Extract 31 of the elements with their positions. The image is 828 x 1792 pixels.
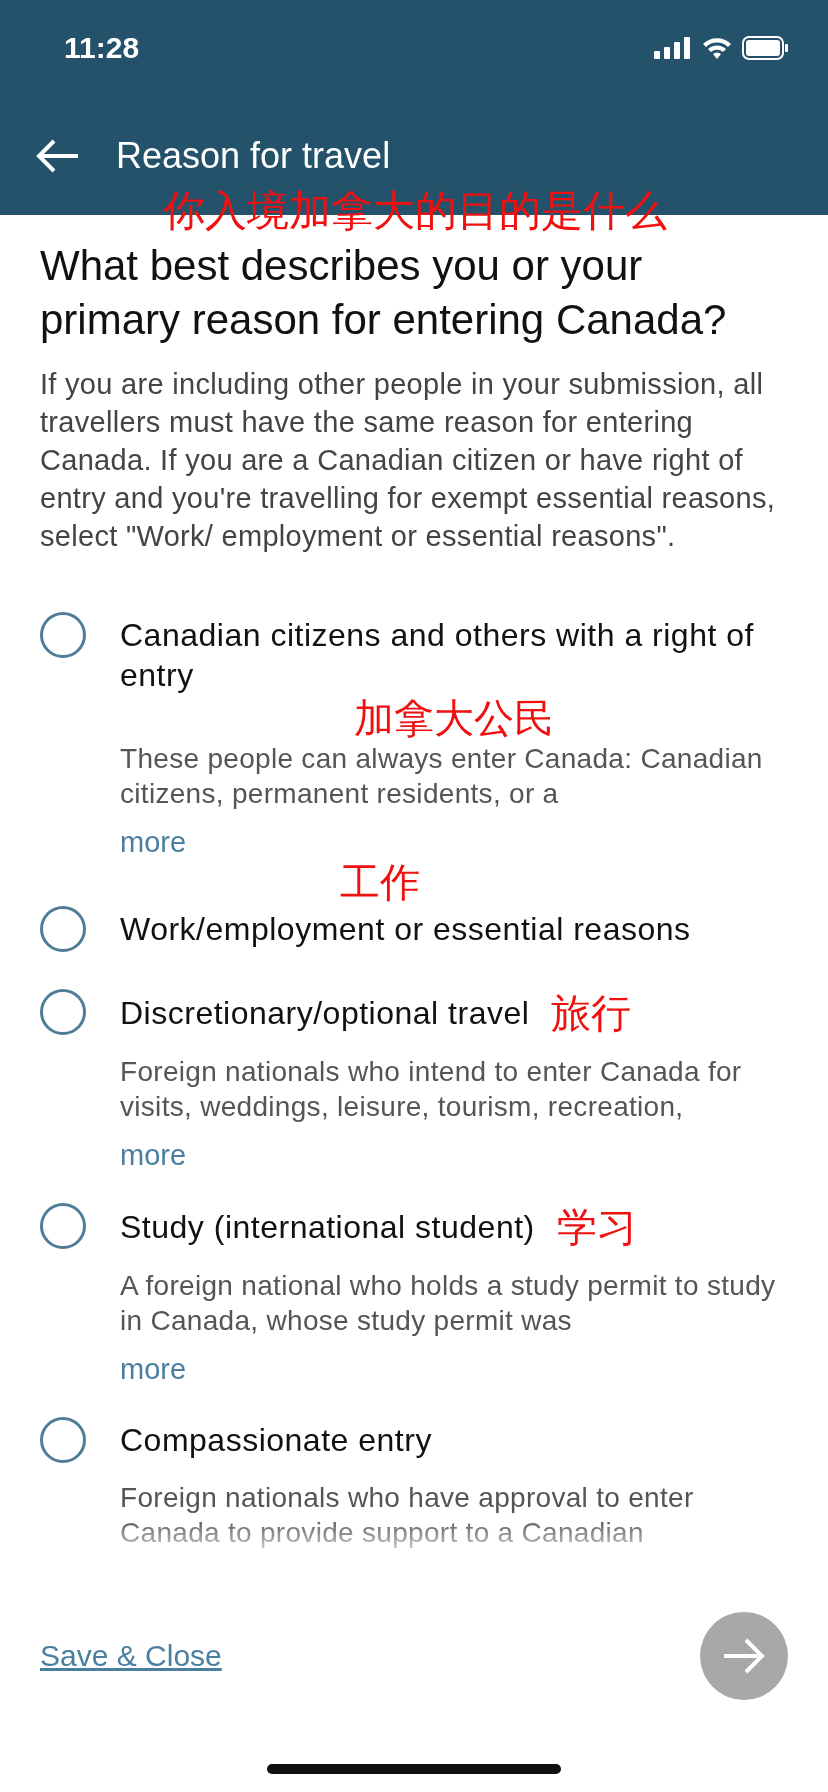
radio-button[interactable] bbox=[40, 1203, 86, 1249]
status-time: 11:28 bbox=[64, 31, 140, 66]
screen-title: Reason for travel bbox=[116, 134, 391, 177]
wifi-icon bbox=[702, 37, 732, 60]
annotation-text: 工作 bbox=[340, 861, 420, 903]
annotation-text: 学习 bbox=[556, 1206, 637, 1248]
more-link[interactable]: more bbox=[120, 1138, 187, 1172]
save-close-link[interactable]: Save & Close bbox=[40, 1639, 222, 1673]
option-description: Foreign nationals who have approval to enter Canada to provide support to a Canadian bbox=[120, 1481, 695, 1550]
signal-icon bbox=[654, 37, 692, 60]
option-label: Compassionate entry bbox=[120, 1421, 432, 1460]
arrow-right-icon bbox=[722, 1638, 766, 1674]
annotation-text: 加拿大公民 bbox=[354, 697, 554, 739]
more-link[interactable]: more bbox=[120, 825, 187, 859]
option-label: Canadian citizens and others with a right of entry bbox=[120, 616, 755, 695]
radio-button[interactable] bbox=[40, 989, 86, 1035]
option-label: Study (international student) bbox=[120, 1208, 535, 1247]
radio-button[interactable] bbox=[40, 1417, 86, 1463]
radio-button[interactable] bbox=[40, 906, 86, 952]
more-link[interactable]: more bbox=[120, 1352, 187, 1386]
option-description: A foreign national who holds a study permit to study in Canada, whose study permit was bbox=[120, 1269, 777, 1338]
annotation-text: 旅行 bbox=[551, 992, 632, 1034]
battery-icon bbox=[742, 36, 790, 61]
radio-button[interactable] bbox=[40, 612, 86, 658]
option-description: These people can always enter Canada: Canadian citizens, permanent residents, or a bbox=[120, 742, 764, 811]
question-heading: What best describes you or your primary reason for entering Canada? bbox=[40, 241, 728, 345]
option-description: Foreign nationals who intend to enter Canada for visits, weddings, leisure, tourism, recreation, bbox=[120, 1055, 743, 1124]
option-label: Discretionary/optional travel bbox=[120, 994, 530, 1033]
option-label: Work/employment or essential reasons bbox=[120, 910, 691, 949]
help-text: If you are including other people in your submission, all travellers must have the same reason for entering Canada. If you are a Canadian citizen or have right of entry and you're travelling for exempt essential reasons, select "Work/ employment or essential reasons". bbox=[40, 367, 777, 554]
back-arrow-icon[interactable] bbox=[36, 138, 80, 173]
